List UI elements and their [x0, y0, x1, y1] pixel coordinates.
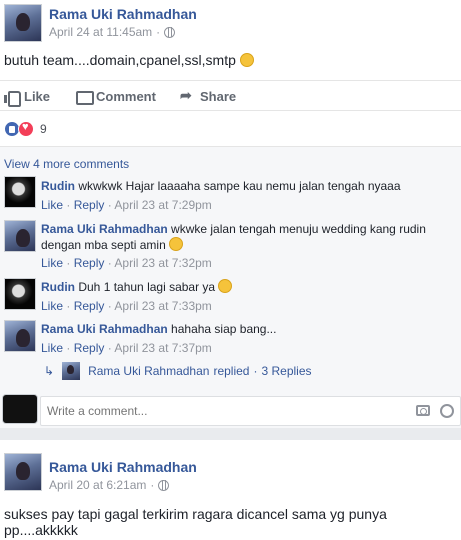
separator: ·	[107, 198, 112, 212]
comment-button[interactable]: Comment	[76, 88, 156, 105]
comment-text-line2: dengan mba septi amin	[41, 238, 166, 252]
reply-count: 3 Replies	[261, 364, 312, 378]
comment-actions: Like · Reply · April 23 at 7:33pm	[41, 299, 212, 313]
separator: ·	[107, 299, 112, 313]
comment-author[interactable]: Rudin	[41, 280, 75, 294]
comment-body: Rama Uki Rahmadhan hahaha siap bang...	[41, 321, 431, 337]
post-timestamp[interactable]: April 24 at 11:45am	[49, 25, 152, 39]
commenter-avatar[interactable]	[4, 278, 36, 310]
comment-author[interactable]: Rama Uki Rahmadhan	[41, 222, 168, 236]
camera-icon[interactable]	[416, 405, 430, 416]
post-text: butuh team....domain,cpanel,ssl,smtp	[4, 52, 254, 68]
grimace-emoji-icon	[169, 237, 184, 251]
comment-box[interactable]	[40, 396, 461, 426]
globe-icon	[164, 26, 176, 38]
emoji-icon[interactable]	[440, 404, 454, 418]
thumbs-up-icon	[4, 90, 21, 107]
view-replies-link[interactable]: ↳ Rama Uki Rahmadhan replied · 3 Replies	[44, 362, 312, 380]
separator: ·	[66, 299, 71, 313]
comment-author[interactable]: Rama Uki Rahmadhan	[41, 322, 168, 336]
comment-label: Comment	[96, 88, 156, 104]
comment-timestamp[interactable]: April 23 at 7:32pm	[114, 256, 211, 270]
comment-actions: Like · Reply · April 23 at 7:37pm	[41, 341, 212, 355]
comment-like-link[interactable]: Like	[41, 198, 63, 212]
comment-reply-link[interactable]: Reply	[74, 256, 105, 270]
comment-text: wkwke jalan tengah menuju wedding kang r…	[171, 222, 426, 236]
replier-avatar	[62, 362, 81, 380]
reply-arrow-icon: ↳	[44, 364, 55, 378]
author-avatar[interactable]	[4, 453, 42, 491]
separator: ·	[107, 256, 112, 270]
divider	[0, 146, 461, 147]
comment-actions: Like · Reply · April 23 at 7:29pm	[41, 198, 212, 212]
comment-timestamp[interactable]: April 23 at 7:33pm	[114, 299, 211, 313]
comment-body: Rama Uki Rahmadhan wkwke jalan tengah me…	[41, 221, 431, 253]
comment-timestamp[interactable]: April 23 at 7:29pm	[114, 198, 211, 212]
reactions-summary[interactable]: 9	[4, 121, 47, 137]
post-meta: April 20 at 6:21am ·	[49, 478, 170, 492]
smile-emoji-icon	[239, 53, 254, 67]
comment-timestamp[interactable]: April 23 at 7:37pm	[114, 341, 211, 355]
separator: ·	[66, 256, 71, 270]
comment-like-link[interactable]: Like	[41, 341, 63, 355]
reaction-count: 9	[40, 122, 47, 136]
share-icon	[180, 87, 194, 104]
view-more-comments-link[interactable]: View 4 more comments	[4, 157, 129, 171]
current-user-avatar	[2, 394, 38, 424]
separator: ·	[107, 341, 112, 355]
comment-like-link[interactable]: Like	[41, 256, 63, 270]
comment-text: Duh 1 tahun lagi sabar ya	[78, 280, 216, 294]
comment-text: wkwkwk Hajar laaaaha sampe kau nemu jala…	[78, 179, 401, 193]
tongue-emoji-icon	[218, 279, 233, 293]
share-button[interactable]: Share	[180, 87, 237, 104]
comment-reply-link[interactable]: Reply	[74, 198, 105, 212]
commenter-avatar[interactable]	[4, 176, 36, 208]
post-actions: Like Comment Share	[0, 84, 461, 108]
comment-icon	[76, 90, 94, 105]
comment-author[interactable]: Rudin	[41, 179, 75, 193]
post-timestamp[interactable]: April 20 at 6:21am	[49, 478, 146, 492]
separator: ·	[253, 364, 258, 378]
post-text: sukses pay tapi gagal terkirim ragara di…	[4, 506, 387, 538]
commenter-avatar[interactable]	[4, 320, 36, 352]
separator: ·	[66, 341, 71, 355]
comment-actions: Like · Reply · April 23 at 7:32pm	[41, 256, 212, 270]
comment-body: Rudin Duh 1 tahun lagi sabar ya	[41, 279, 431, 295]
globe-icon	[158, 479, 170, 491]
comment-like-link[interactable]: Like	[41, 299, 63, 313]
love-reaction-icon	[18, 121, 34, 137]
divider	[0, 110, 461, 111]
comment-reply-link[interactable]: Reply	[74, 341, 105, 355]
comment-reply-link[interactable]: Reply	[74, 299, 105, 313]
comment-input[interactable]	[47, 404, 387, 418]
replied-label: replied	[213, 364, 250, 378]
replier-name: Rama Uki Rahmadhan	[88, 364, 210, 378]
post-text-content: butuh team....domain,cpanel,ssl,smtp	[4, 52, 236, 68]
like-label: Like	[24, 88, 51, 104]
separator: ·	[66, 198, 71, 212]
comment-body: Rudin wkwkwk Hajar laaaaha sampe kau nem…	[41, 178, 431, 194]
post-card: Rama Uki Rahmadhan April 20 at 6:21am · …	[0, 440, 461, 540]
divider	[0, 80, 461, 81]
share-label: Share	[200, 88, 237, 104]
like-button[interactable]: Like	[4, 88, 51, 107]
post-author[interactable]: Rama Uki Rahmadhan	[49, 6, 197, 22]
separator: ·	[150, 478, 155, 492]
commenter-avatar[interactable]	[4, 220, 36, 252]
comment-text: hahaha siap bang...	[171, 322, 277, 336]
separator: ·	[156, 25, 161, 39]
post-author[interactable]: Rama Uki Rahmadhan	[49, 459, 197, 475]
post-meta: April 24 at 11:45am ·	[49, 25, 176, 39]
post-card: Rama Uki Rahmadhan April 24 at 11:45am ·…	[0, 0, 461, 428]
author-avatar[interactable]	[4, 4, 42, 42]
